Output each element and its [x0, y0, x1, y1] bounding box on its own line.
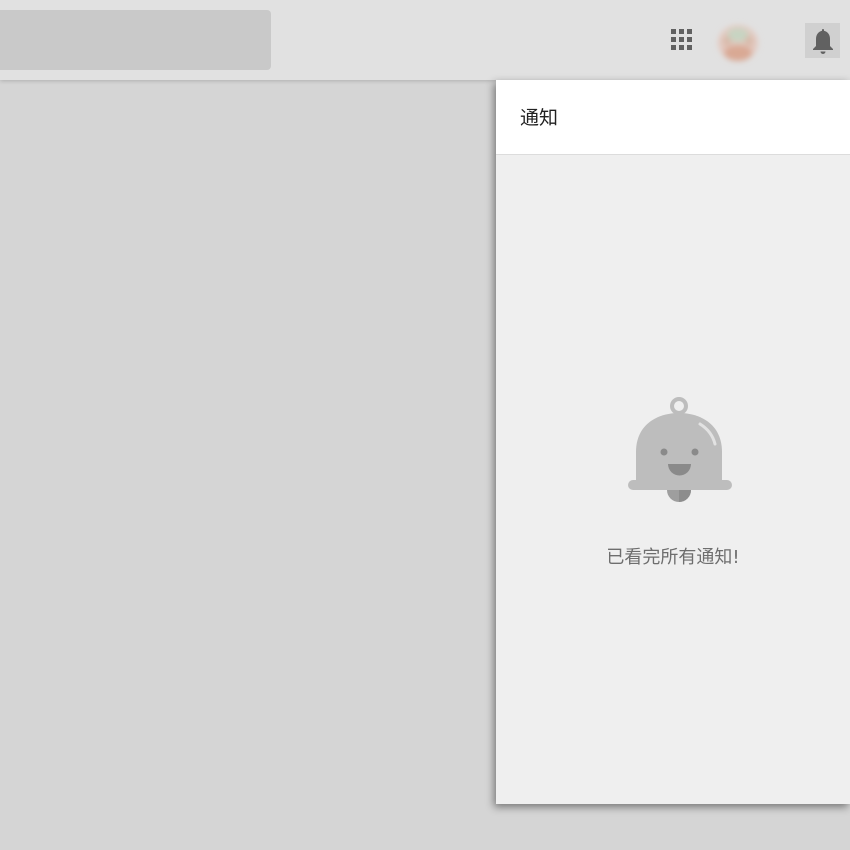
- smiling-bell-icon: [628, 397, 732, 502]
- apps-grid-icon: [671, 29, 692, 50]
- notifications-panel: 通知 已看完所有通知!: [496, 80, 850, 804]
- notifications-button[interactable]: [805, 23, 840, 58]
- empty-notifications-message: 已看完所有通知!: [606, 547, 740, 568]
- user-avatar-icon: [718, 25, 758, 61]
- app-page: 通知 已看完所有通知!: [0, 0, 850, 850]
- notifications-title: 通知: [520, 107, 559, 129]
- avatar[interactable]: [710, 17, 766, 67]
- notifications-header: 通知: [496, 80, 850, 155]
- search-input[interactable]: [0, 10, 271, 70]
- apps-button[interactable]: [666, 24, 698, 56]
- bell-icon: [812, 28, 833, 54]
- top-bar: [0, 0, 850, 80]
